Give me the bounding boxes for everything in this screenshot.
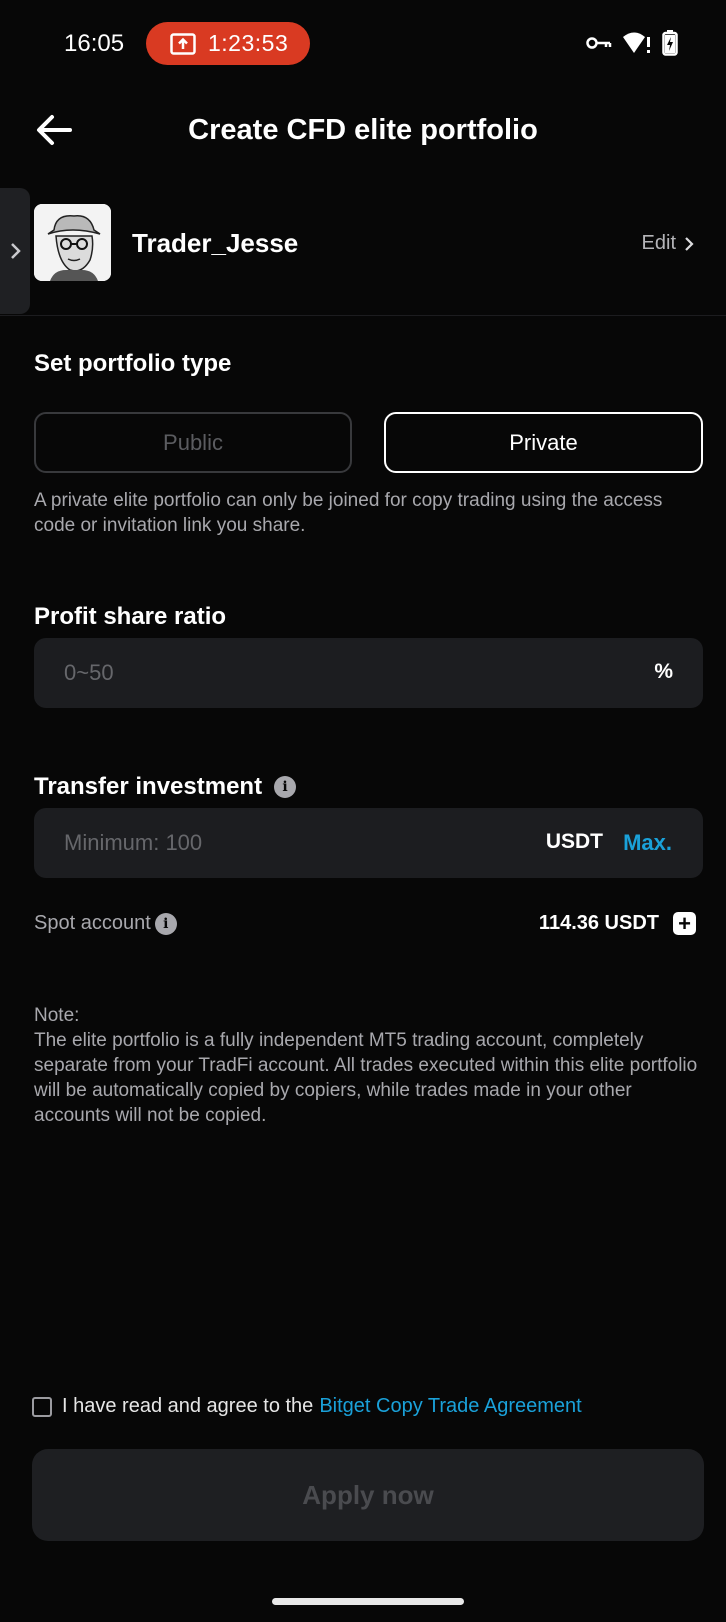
trader-avatar-illustration [34, 204, 111, 281]
agreement-row: I have read and agree to the Bitget Copy… [32, 1395, 582, 1418]
spot-account-balance: 114.36 USDT [538, 912, 659, 934]
private-option-button[interactable]: Private [384, 412, 703, 473]
username: Trader_Jesse [132, 228, 299, 258]
plus-icon[interactable]: + [673, 912, 696, 935]
avatar [34, 204, 111, 281]
transfer-investment-title-row: Transfer investment i [34, 773, 297, 801]
status-icons [586, 30, 678, 56]
profit-share-input[interactable] [34, 638, 703, 708]
battery-charging-icon [662, 30, 678, 56]
chevron-right-icon [685, 236, 694, 251]
currency-label: USDT [545, 830, 603, 853]
agreement-text: I have read and agree to the [62, 1395, 314, 1417]
portfolio-type-title: Set portfolio type [34, 350, 232, 377]
status-time: 16:05 [64, 30, 125, 57]
transfer-investment-field: USDT Max. [34, 808, 703, 878]
vpn-key-icon [586, 37, 612, 49]
wifi-alert-icon [623, 32, 650, 53]
screen-recording-chip[interactable]: 1:23:53 [146, 22, 310, 65]
screen-record-icon [170, 32, 196, 55]
page-title: Create CFD elite portfolio [188, 114, 538, 146]
percent-unit: % [654, 660, 673, 683]
spot-account-label-row: Spot account i [34, 912, 177, 935]
info-icon[interactable]: i [274, 776, 297, 798]
agreement-link[interactable]: Bitget Copy Trade Agreement [319, 1395, 581, 1418]
public-option-button[interactable]: Public [34, 412, 352, 473]
status-bar: 16:05 1:23:53 [0, 0, 726, 86]
recording-timer: 1:23:53 [208, 30, 289, 56]
apply-now-button[interactable]: Apply now [32, 1449, 704, 1541]
note-text: Note: The elite portfolio is a fully ind… [34, 1005, 698, 1126]
profit-share-title: Profit share ratio [34, 603, 227, 630]
spot-account-label: Spot account [34, 912, 151, 934]
edit-profile-link[interactable]: Edit [642, 232, 694, 255]
profile-row: Trader_Jesse Edit [0, 190, 726, 316]
max-button[interactable]: Max. [623, 830, 672, 856]
portfolio-type-description: A private elite portfolio can only be jo… [34, 490, 663, 536]
edit-label: Edit [641, 232, 676, 254]
header: Create CFD elite portfolio [0, 96, 726, 166]
profit-share-field: % [34, 638, 703, 708]
home-indicator[interactable] [272, 1598, 464, 1605]
spot-account-balance-row: 114.36 USDT + [539, 912, 696, 935]
agreement-checkbox[interactable] [32, 1396, 52, 1417]
info-icon[interactable]: i [154, 912, 177, 935]
transfer-investment-title: Transfer investment [34, 773, 263, 800]
